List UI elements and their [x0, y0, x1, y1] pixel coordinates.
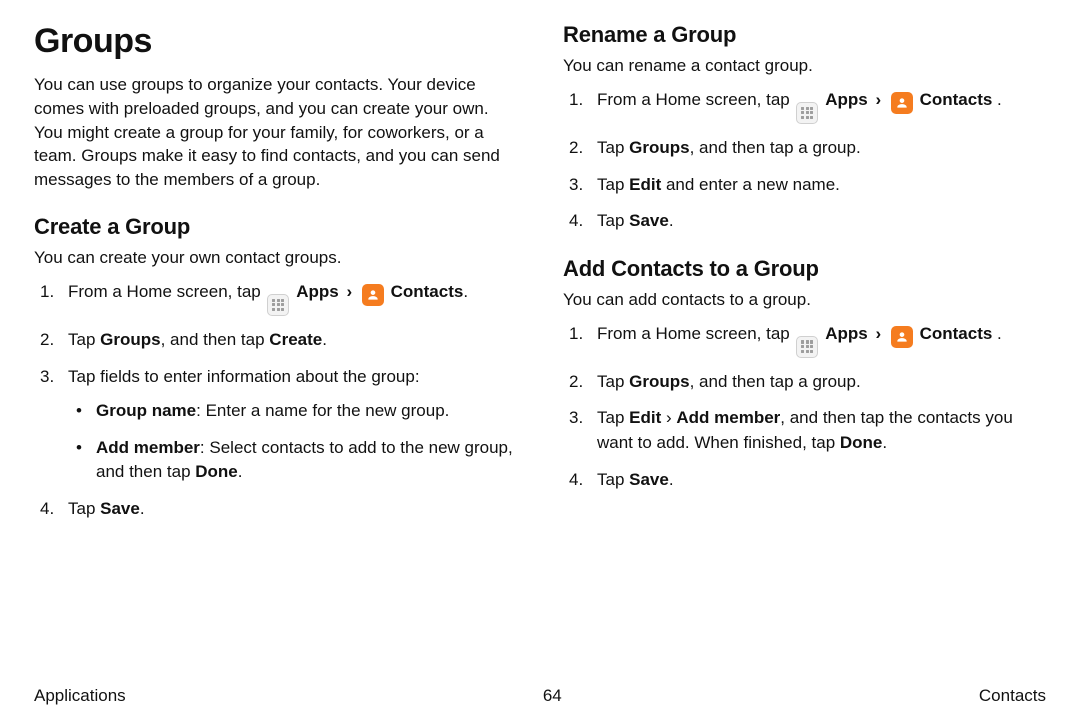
- create-heading: Create a Group: [34, 214, 517, 240]
- arrow-icon: ›: [343, 280, 355, 305]
- step-text: and enter a new name.: [661, 175, 840, 194]
- add-heading: Add Contacts to a Group: [563, 256, 1046, 282]
- rename-step-1: From a Home screen, tap Apps › Contacts …: [563, 88, 1046, 124]
- step-text: Tap: [597, 408, 629, 427]
- step-text: , and then tap a group.: [690, 138, 861, 157]
- contacts-label: Contacts: [920, 90, 993, 109]
- add-intro: You can add contacts to a group.: [563, 288, 1046, 312]
- left-column: Groups You can use groups to organize yo…: [34, 22, 517, 678]
- step-text: .: [992, 90, 1001, 109]
- create-steps: From a Home screen, tap Apps › Contacts.…: [34, 280, 517, 522]
- bold-text: Group name: [96, 401, 196, 420]
- footer-left: Applications: [34, 686, 126, 706]
- apps-icon: [796, 102, 818, 124]
- rename-intro: You can rename a contact group.: [563, 54, 1046, 78]
- right-column: Rename a Group You can rename a contact …: [563, 22, 1046, 678]
- add-step-3: Tap Edit › Add member, and then tap the …: [563, 406, 1046, 455]
- step-text: .: [669, 470, 674, 489]
- step-text: Tap: [597, 470, 629, 489]
- create-step-3: Tap fields to enter information about th…: [34, 365, 517, 486]
- create-substeps: Group name: Enter a name for the new gro…: [68, 399, 517, 485]
- step-text: From a Home screen, tap: [68, 282, 265, 301]
- rename-step-3: Tap Edit and enter a new name.: [563, 173, 1046, 198]
- bold-text: Create: [269, 330, 322, 349]
- step-text: From a Home screen, tap: [597, 90, 794, 109]
- contacts-icon: [891, 92, 913, 114]
- step-text: From a Home screen, tap: [597, 324, 794, 343]
- bold-text: Add member: [676, 408, 780, 427]
- contacts-label: Contacts: [391, 282, 464, 301]
- contacts-icon: [362, 284, 384, 306]
- bold-text: Save: [629, 211, 669, 230]
- step-text: .: [322, 330, 327, 349]
- arrow-icon: ›: [872, 88, 884, 113]
- bold-text: Add member: [96, 438, 200, 457]
- step-text: .: [992, 324, 1001, 343]
- arrow-icon: ›: [872, 322, 884, 347]
- create-step-2: Tap Groups, and then tap Create.: [34, 328, 517, 353]
- step-text: : Enter a name for the new group.: [196, 401, 449, 420]
- step-text: .: [238, 462, 243, 481]
- bold-text: Save: [100, 499, 140, 518]
- apps-label: Apps: [825, 324, 868, 343]
- add-step-1: From a Home screen, tap Apps › Contacts …: [563, 322, 1046, 358]
- footer-page-number: 64: [543, 686, 562, 706]
- apps-label: Apps: [825, 90, 868, 109]
- create-step-1: From a Home screen, tap Apps › Contacts.: [34, 280, 517, 316]
- step-text: .: [882, 433, 887, 452]
- bold-text: Groups: [100, 330, 160, 349]
- add-step-4: Tap Save.: [563, 468, 1046, 493]
- create-step-4: Tap Save.: [34, 497, 517, 522]
- step-text: , and then tap a group.: [690, 372, 861, 391]
- contacts-icon: [891, 326, 913, 348]
- step-text: Tap: [68, 499, 100, 518]
- create-sub-2: Add member: Select contacts to add to th…: [68, 436, 517, 485]
- step-text: .: [463, 282, 468, 301]
- step-text: Tap: [68, 330, 100, 349]
- step-text: Tap: [597, 175, 629, 194]
- bold-text: Edit: [629, 408, 661, 427]
- manual-page: Groups You can use groups to organize yo…: [0, 0, 1080, 720]
- step-text: .: [669, 211, 674, 230]
- rename-step-4: Tap Save.: [563, 209, 1046, 234]
- apps-icon: [796, 336, 818, 358]
- content-columns: Groups You can use groups to organize yo…: [34, 22, 1046, 678]
- bold-text: Save: [629, 470, 669, 489]
- step-text: , and then tap: [161, 330, 270, 349]
- add-step-2: Tap Groups, and then tap a group.: [563, 370, 1046, 395]
- rename-step-2: Tap Groups, and then tap a group.: [563, 136, 1046, 161]
- footer-right: Contacts: [979, 686, 1046, 706]
- create-sub-1: Group name: Enter a name for the new gro…: [68, 399, 517, 424]
- arrow-text: ›: [661, 408, 676, 427]
- page-footer: Applications 64 Contacts: [34, 678, 1046, 706]
- step-text: Tap: [597, 372, 629, 391]
- bold-text: Edit: [629, 175, 661, 194]
- bold-text: Done: [195, 462, 238, 481]
- rename-heading: Rename a Group: [563, 22, 1046, 48]
- page-title: Groups: [34, 22, 517, 61]
- step-text: Tap fields to enter information about th…: [68, 367, 420, 386]
- apps-icon: [267, 294, 289, 316]
- bold-text: Groups: [629, 372, 689, 391]
- apps-label: Apps: [296, 282, 339, 301]
- step-text: Tap: [597, 211, 629, 230]
- create-intro: You can create your own contact groups.: [34, 246, 517, 270]
- bold-text: Done: [840, 433, 883, 452]
- step-text: .: [140, 499, 145, 518]
- rename-steps: From a Home screen, tap Apps › Contacts …: [563, 88, 1046, 234]
- add-steps: From a Home screen, tap Apps › Contacts …: [563, 322, 1046, 493]
- step-text: Tap: [597, 138, 629, 157]
- intro-paragraph: You can use groups to organize your cont…: [34, 73, 517, 192]
- bold-text: Groups: [629, 138, 689, 157]
- contacts-label: Contacts: [920, 324, 993, 343]
